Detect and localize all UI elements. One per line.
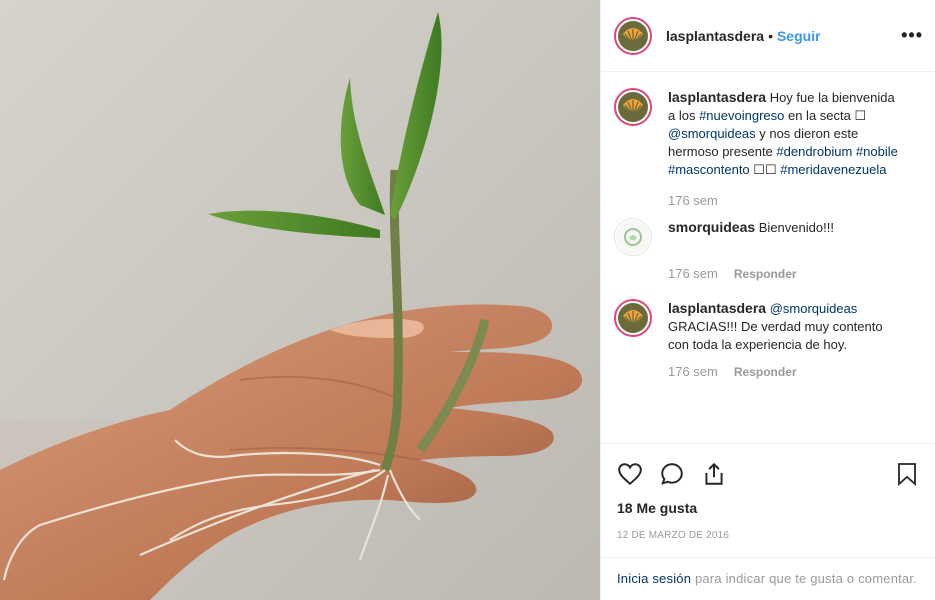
reply-button[interactable]: Responder [734,365,797,379]
share-icon[interactable] [701,461,727,487]
comment-body: GRACIAS!!! De verdad muy contento con to… [668,319,883,352]
mention-link[interactable]: @smorquideas [770,301,858,316]
hashtag-link[interactable]: #nuevoingreso [699,108,784,123]
comment-timestamp[interactable]: 176 sem [668,364,718,379]
bookmark-icon[interactable] [895,461,919,487]
orchid-logo-icon [616,220,650,254]
comment-meta: 176 sem Responder [668,364,919,379]
comment-timestamp[interactable]: 176 sem [668,266,718,281]
post-header: lasplantasdera • Seguir ••• [601,0,935,72]
caption-segment: ☐☐ [749,162,781,177]
follow-button[interactable]: Seguir [777,28,821,44]
post-side-panel: lasplantasdera • Seguir ••• lasplantasde… [600,0,935,600]
hashtag-link[interactable]: #mascontento [668,162,750,177]
commenter-avatar[interactable] [614,299,652,337]
caption-avatar[interactable] [614,88,652,126]
action-bar [601,443,935,494]
caption-segment: en la secta ☐ [784,108,867,123]
comment-body: Bienvenido!!! [758,220,834,235]
comment-text: smorquideas Bienvenido!!! [668,218,904,237]
login-prompt-text: para indicar que te gusta o comentar. [691,571,917,586]
post-author-username[interactable]: lasplantasdera [666,28,764,44]
caption-timestamp[interactable]: 176 sem [668,193,718,208]
comment-username[interactable]: smorquideas [668,219,755,235]
hashtag-link[interactable]: #meridavenezuela [780,162,886,177]
comment-meta: 176 sem Responder [668,266,919,281]
reply-button[interactable]: Responder [734,267,797,281]
mention-link[interactable]: @smorquideas [668,126,756,141]
comment-icon[interactable] [659,461,685,487]
profile-avatar[interactable] [614,16,652,55]
instagram-post: lasplantasdera • Seguir ••• lasplantasde… [0,0,935,600]
fan-logo-icon [618,20,648,51]
caption-meta: 176 sem [668,193,919,208]
hashtag-link[interactable]: #nobile [856,144,898,159]
fan-logo-icon [618,92,648,122]
caption: lasplantasdera Hoy fue la bienvenida a l… [614,88,919,179]
comment-item: smorquideas Bienvenido!!! [614,218,919,256]
post-photo[interactable] [0,0,600,600]
login-prompt: Inicia sesión para indicar que te gusta … [601,557,935,600]
post-date[interactable]: 12 de marzo de 2016 [601,516,935,541]
login-link[interactable]: Inicia sesión [617,571,691,586]
caption-username[interactable]: lasplantasdera [668,89,766,105]
likes-count[interactable]: 18 Me gusta [601,494,935,516]
commenter-avatar[interactable] [614,218,652,256]
more-options-icon[interactable]: ••• [901,25,923,46]
comments-section: lasplantasdera Hoy fue la bienvenida a l… [601,72,935,443]
hashtag-link[interactable]: #dendrobium [776,144,852,159]
separator-dot: • [768,27,773,44]
heart-icon[interactable] [617,461,643,487]
caption-text: lasplantasdera Hoy fue la bienvenida a l… [668,88,904,179]
comment-username[interactable]: lasplantasdera [668,300,766,316]
fan-logo-icon [618,303,648,333]
orchid-in-hand-illustration [0,0,600,600]
comment-item: lasplantasdera @smorquideas GRACIAS!!! D… [614,299,919,354]
comment-text: lasplantasdera @smorquideas GRACIAS!!! D… [668,299,904,354]
